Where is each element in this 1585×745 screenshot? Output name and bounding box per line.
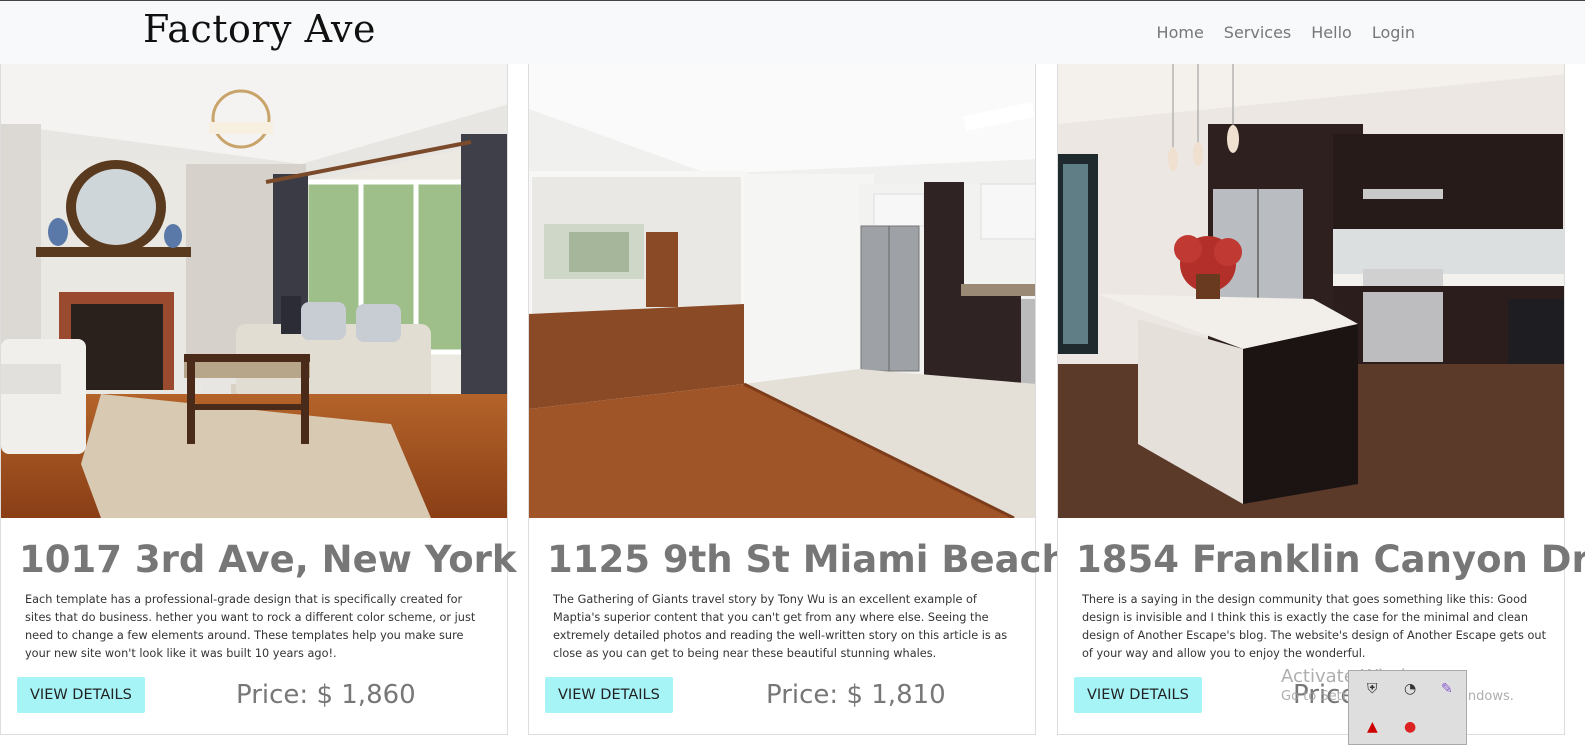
- view-details-button[interactable]: VIEW DETAILS: [17, 677, 145, 713]
- nav-menu: Home Services Hello Login: [1157, 23, 1415, 42]
- listing-description: Each template has a professional-grade d…: [25, 593, 476, 660]
- shield-icon[interactable]: ⛨: [1367, 681, 1378, 697]
- mega-icon[interactable]: ●: [1404, 719, 1416, 735]
- view-details-button[interactable]: VIEW DETAILS: [545, 677, 673, 713]
- listing-card: 1017 3rd Ave, New York Each template has…: [0, 64, 516, 735]
- nav-login[interactable]: Login: [1372, 23, 1415, 42]
- listing-title: 1854 Franklin Canyon Dr: [1076, 538, 1585, 581]
- system-tray-popup: ⛨ ◔ ✎ ▲ ●: [1348, 670, 1467, 745]
- listing-description: There is a saying in the design communit…: [1082, 593, 1547, 660]
- navbar: Factory Ave Home Services Hello Login: [0, 0, 1585, 64]
- listing-price: Price: $ 1,860: [236, 680, 416, 710]
- network-icon[interactable]: ◔: [1404, 681, 1416, 697]
- listing-photo-living-room[interactable]: [1, 64, 507, 518]
- listing-card: 1854 Franklin Canyon Dr There is a sayin…: [1057, 64, 1585, 735]
- listing-photo-kitchen[interactable]: [1058, 64, 1564, 518]
- nav-services[interactable]: Services: [1224, 23, 1291, 42]
- listing-title: 1017 3rd Ave, New York: [19, 538, 517, 581]
- nav-home[interactable]: Home: [1157, 23, 1204, 42]
- listing-photo-open-room[interactable]: [529, 64, 1035, 518]
- listing-description: The Gathering of Giants travel story by …: [553, 593, 1008, 660]
- view-details-button[interactable]: VIEW DETAILS: [1074, 677, 1202, 713]
- pen-icon[interactable]: ✎: [1441, 681, 1453, 697]
- adobe-icon[interactable]: ▲: [1367, 719, 1378, 735]
- listing-title: 1125 9th St Miami Beach: [547, 538, 1068, 581]
- brand-logo[interactable]: Factory Ave: [143, 7, 376, 51]
- listing-price: Price: $ 1,810: [766, 680, 946, 710]
- listing-card: 1125 9th St Miami Beach The Gathering of…: [528, 64, 1068, 735]
- nav-hello[interactable]: Hello: [1311, 23, 1352, 42]
